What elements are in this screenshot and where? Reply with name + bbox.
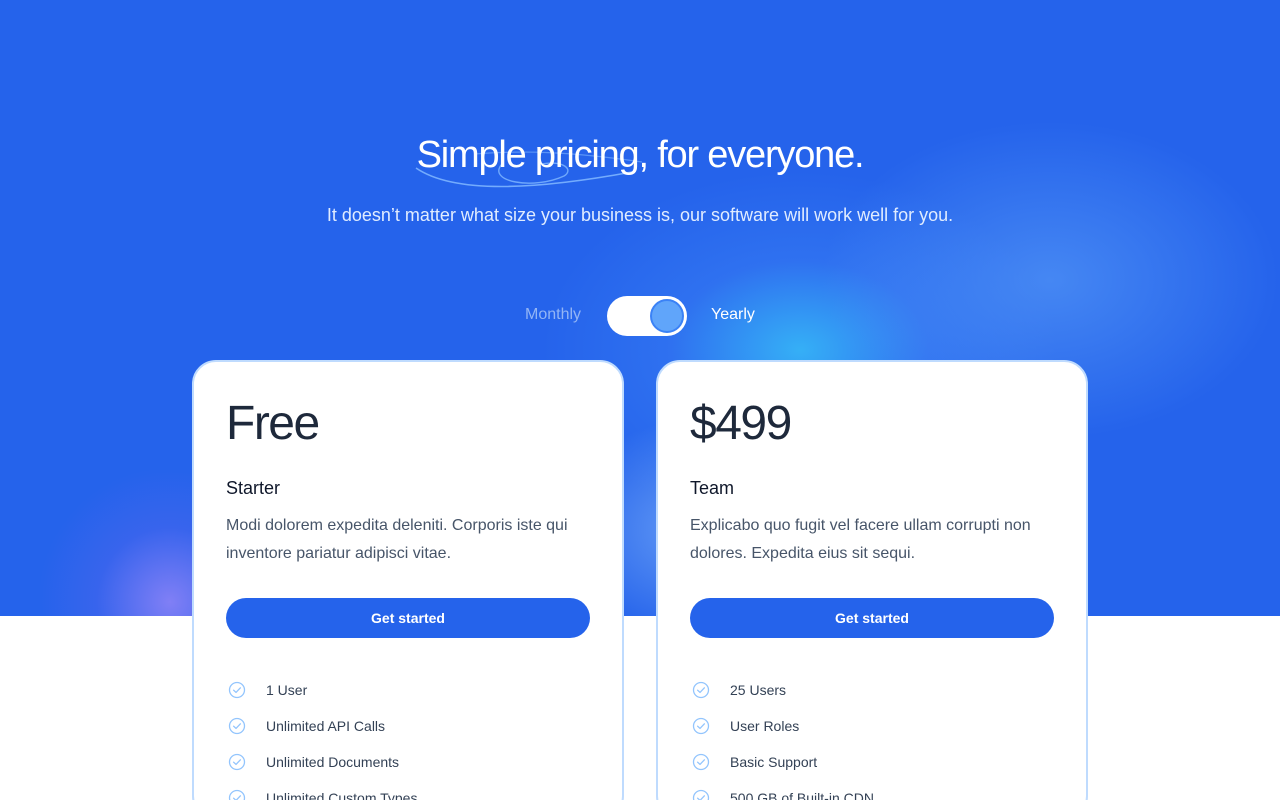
page-title: Simple pricing, for everyone. bbox=[416, 134, 865, 176]
pricing-card-starter: Free Starter Modi dolorem expedita delen… bbox=[192, 360, 624, 800]
billing-toggle: Monthly Yearly bbox=[0, 296, 1280, 336]
feature-item: 1 User bbox=[226, 680, 417, 716]
check-circle-icon bbox=[692, 681, 710, 699]
plan-description: Explicabo quo fugit vel facere ullam cor… bbox=[690, 517, 1031, 562]
feature-item: Unlimited API Calls bbox=[226, 716, 417, 752]
feature-label: Unlimited Documents bbox=[266, 754, 400, 770]
feature-item: 25 Users bbox=[690, 680, 874, 716]
feature-label: 500 GB of Built-in CDN bbox=[730, 790, 874, 800]
feature-item: Basic Support bbox=[690, 752, 874, 788]
yearly-label[interactable]: Yearly bbox=[711, 306, 755, 324]
feature-label: 25 Users bbox=[730, 682, 787, 698]
plan-description: Modi dolorem expedita deleniti. Corporis… bbox=[226, 517, 568, 562]
page-subtitle: It doesn’t matter what size your busines… bbox=[326, 205, 954, 225]
feature-item: Unlimited Documents bbox=[226, 752, 417, 788]
monthly-label[interactable]: Monthly bbox=[525, 306, 581, 324]
check-circle-icon bbox=[228, 717, 246, 735]
feature-item: Unlimited Custom Types bbox=[226, 788, 417, 800]
check-circle-icon bbox=[692, 717, 710, 735]
check-circle-icon bbox=[692, 753, 710, 771]
feature-item: User Roles bbox=[690, 716, 874, 752]
plan-name: Team bbox=[690, 478, 735, 498]
feature-list: 1 User Unlimited API Calls Unlimited Doc… bbox=[226, 680, 417, 800]
feature-label: 1 User bbox=[266, 682, 308, 698]
feature-label: Unlimited Custom Types bbox=[266, 790, 418, 800]
check-circle-icon bbox=[228, 753, 246, 771]
plan-price: Free bbox=[226, 397, 320, 450]
check-circle-icon bbox=[228, 681, 246, 699]
feature-label: Unlimited API Calls bbox=[266, 718, 386, 734]
billing-period-switch[interactable] bbox=[607, 296, 687, 336]
feature-label: Basic Support bbox=[730, 754, 818, 770]
get-started-button[interactable]: Get started bbox=[226, 598, 590, 638]
get-started-button[interactable]: Get started bbox=[690, 598, 1054, 638]
plan-price: $499 bbox=[690, 397, 792, 450]
plan-name: Starter bbox=[226, 478, 281, 498]
pricing-card-team: $499 Team Explicabo quo fugit vel facere… bbox=[656, 360, 1088, 800]
feature-label: User Roles bbox=[730, 718, 800, 734]
switch-knob bbox=[650, 299, 684, 333]
check-circle-icon bbox=[228, 789, 246, 800]
feature-list: 25 Users User Roles Basic Support 500 GB… bbox=[690, 680, 874, 800]
feature-item: 500 GB of Built-in CDN bbox=[690, 788, 874, 800]
check-circle-icon bbox=[692, 789, 710, 800]
